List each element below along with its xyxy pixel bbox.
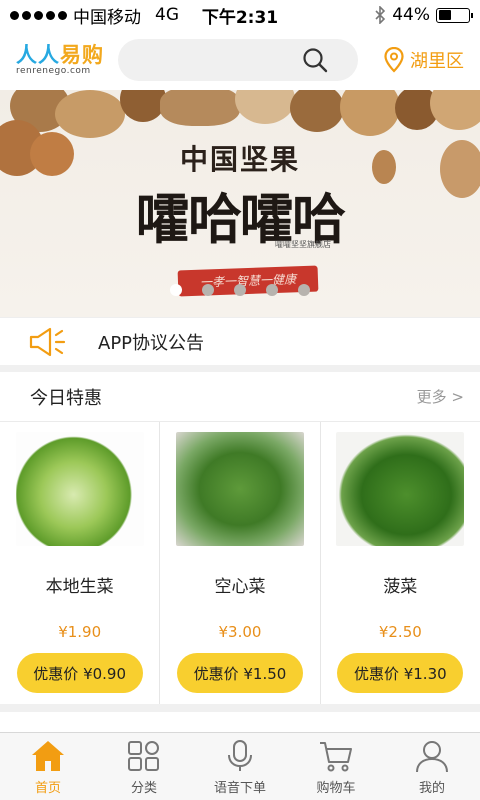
tab-home[interactable]: 首页 xyxy=(0,733,96,800)
battery-percent: 44% xyxy=(392,5,430,25)
deals-header: 今日特惠 更多 > xyxy=(0,372,480,422)
product-card[interactable]: 空心菜 ¥3.00 优惠价 ¥1.50 xyxy=(160,422,321,704)
deals-title: 今日特惠 xyxy=(30,387,102,409)
microphone-icon xyxy=(228,740,252,771)
tab-category[interactable]: 分类 xyxy=(96,733,192,800)
product-name: 本地生菜 xyxy=(45,577,114,597)
tab-label: 首页 xyxy=(34,781,61,796)
product-image-lettuce[interactable] xyxy=(15,432,144,546)
banner-title: 中国坚果 xyxy=(179,143,300,176)
battery-icon xyxy=(436,7,473,23)
tab-profile[interactable]: 我的 xyxy=(384,733,480,800)
megaphone-icon xyxy=(29,327,66,356)
announcement-text[interactable]: APP协议公告 xyxy=(98,329,204,355)
carousel-dot[interactable] xyxy=(202,284,214,296)
product-name: 空心菜 xyxy=(214,577,266,597)
cart-icon xyxy=(320,742,352,772)
deal-price-button[interactable]: 优惠价 ¥1.30 xyxy=(337,653,464,693)
deal-price-button[interactable]: 优惠价 ¥0.90 xyxy=(16,653,143,693)
product-image-water-spinach[interactable] xyxy=(175,432,304,546)
signal-strength-icon xyxy=(10,10,67,20)
carousel-dot[interactable] xyxy=(234,284,246,296)
tab-label: 我的 xyxy=(418,781,445,796)
promo-banner-carousel[interactable]: 中国坚果 嚯哈嚯哈 嚯嚯坚坚旗舰店 一孝一智慧一健康 xyxy=(0,90,480,317)
tab-cart[interactable]: 购物车 xyxy=(288,733,384,800)
product-card[interactable]: 菠菜 ¥2.50 优惠价 ¥1.30 xyxy=(321,422,480,704)
home-icon xyxy=(32,741,64,771)
product-name: 菠菜 xyxy=(383,577,418,597)
tab-label: 分类 xyxy=(130,781,157,796)
status-bar: 中国移动 4G 下午2:31 44% xyxy=(0,0,480,30)
carousel-dot[interactable] xyxy=(266,284,278,296)
search-input[interactable] xyxy=(118,39,358,81)
logo-text: 人人易购 xyxy=(16,43,104,67)
product-card[interactable]: 本地生菜 ¥1.90 优惠价 ¥0.90 xyxy=(0,422,161,704)
product-price: ¥3.00 xyxy=(218,623,262,641)
deal-price-button[interactable]: 优惠价 ¥1.50 xyxy=(176,653,303,693)
category-icon xyxy=(128,741,159,771)
next-section-peek xyxy=(0,712,480,732)
tab-label: 语音下单 xyxy=(213,781,266,796)
product-price: ¥1.90 xyxy=(58,623,102,641)
logo-domain: renrenego.com xyxy=(16,66,91,76)
network-type: 4G xyxy=(155,5,179,25)
announcement-bar[interactable]: APP协议公告 xyxy=(0,317,480,365)
location-pin-icon xyxy=(384,47,404,73)
search-icon[interactable] xyxy=(302,47,328,73)
carousel-dot[interactable] xyxy=(170,284,182,296)
bluetooth-icon xyxy=(375,6,386,24)
location-selector[interactable]: 湖里区 xyxy=(384,47,464,73)
banner-store-name: 嚯嚯坚坚旗舰店 xyxy=(275,240,331,249)
carousel-dot[interactable] xyxy=(298,284,310,296)
carrier-name: 中国移动 xyxy=(73,7,141,28)
deal-cards: 本地生菜 ¥1.90 优惠价 ¥0.90 空心菜 ¥3.00 优惠价 ¥1.50… xyxy=(0,422,480,704)
product-image-spinach[interactable] xyxy=(336,432,465,546)
app-logo: 人人易购 renrenego.com xyxy=(16,44,108,76)
more-link[interactable]: 更多 > xyxy=(417,386,464,407)
bottom-tab-bar: 首页 分类 语音下单 购物车 我的 xyxy=(0,732,480,800)
todays-deals-section: 今日特惠 更多 > 本地生菜 ¥1.90 优惠价 ¥0.90 空心菜 ¥3.00… xyxy=(0,372,480,704)
app-header: 人人易购 renrenego.com 湖里区 xyxy=(0,30,480,90)
carousel-indicators[interactable] xyxy=(0,284,480,296)
tab-label: 购物车 xyxy=(316,781,356,796)
user-icon xyxy=(416,741,448,773)
nuts-decoration xyxy=(0,90,480,198)
tab-voice-order[interactable]: 语音下单 xyxy=(192,733,288,800)
location-label: 湖里区 xyxy=(410,51,464,72)
banner-headline: 嚯哈嚯哈 xyxy=(136,187,346,251)
product-price: ¥2.50 xyxy=(378,623,422,641)
